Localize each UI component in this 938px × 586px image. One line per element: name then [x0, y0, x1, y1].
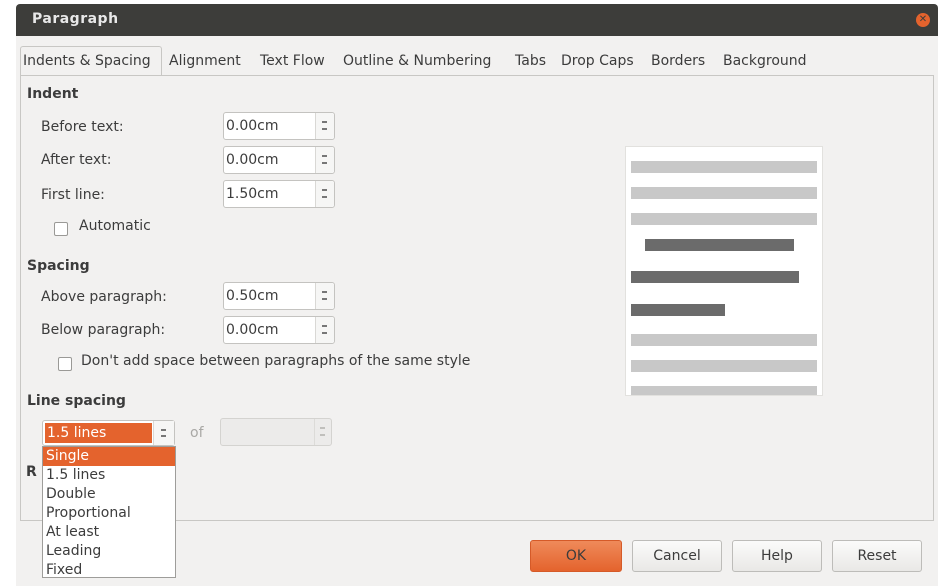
spin-arrows-icon: [314, 419, 331, 445]
preview-line-current: [631, 271, 799, 283]
paragraph-dialog: Indents & Spacing Alignment Text Flow Ou…: [16, 36, 938, 586]
dont-add-space-checkbox[interactable]: [58, 357, 72, 371]
line-spacing-dropdown-list: Single 1.5 lines Double Proportional At …: [42, 446, 176, 578]
title-bar: Paragraph ✕: [16, 4, 938, 36]
indent-heading: Indent: [27, 86, 79, 102]
tab-borders[interactable]: Borders: [651, 48, 705, 74]
help-button[interactable]: Help: [732, 540, 822, 572]
after-text-label: After text:: [41, 152, 112, 168]
register-true-heading-partial: R: [26, 464, 37, 480]
spin-arrows-icon[interactable]: [315, 181, 334, 207]
line-spacing-heading: Line spacing: [27, 393, 126, 409]
line-spacing-combobox[interactable]: 1.5 lines: [42, 420, 175, 446]
above-paragraph-spinbox[interactable]: 0.50cm: [223, 282, 335, 310]
option-leading[interactable]: Leading: [43, 542, 175, 561]
first-line-spinbox[interactable]: 1.50cm: [223, 180, 335, 208]
preview-line: [631, 161, 817, 173]
first-line-label: First line:: [41, 187, 105, 203]
below-paragraph-label: Below paragraph:: [41, 322, 166, 338]
above-paragraph-label: Above paragraph:: [41, 289, 167, 305]
option-1-5-lines[interactable]: 1.5 lines: [43, 466, 175, 485]
close-icon[interactable]: ✕: [916, 13, 930, 27]
window-title: Paragraph: [32, 11, 119, 27]
tab-drop-caps[interactable]: Drop Caps: [561, 48, 634, 74]
automatic-label[interactable]: Automatic: [79, 218, 151, 234]
option-single[interactable]: Single: [43, 447, 175, 466]
automatic-checkbox[interactable]: [54, 222, 68, 236]
paragraph-preview: [625, 146, 823, 396]
option-fixed[interactable]: Fixed: [43, 561, 175, 580]
option-at-least[interactable]: At least: [43, 523, 175, 542]
preview-line: [631, 213, 817, 225]
spacing-heading: Spacing: [27, 258, 90, 274]
tab-alignment[interactable]: Alignment: [169, 48, 241, 74]
before-text-spinbox[interactable]: 0.00cm: [223, 112, 335, 140]
tab-background[interactable]: Background: [723, 48, 807, 74]
after-text-value[interactable]: 0.00cm: [226, 152, 279, 168]
tab-outline-numbering[interactable]: Outline & Numbering: [343, 48, 491, 74]
tab-indents-spacing[interactable]: Indents & Spacing: [20, 46, 162, 76]
above-paragraph-value[interactable]: 0.50cm: [226, 288, 279, 304]
option-proportional[interactable]: Proportional: [43, 504, 175, 523]
after-text-spinbox[interactable]: 0.00cm: [223, 146, 335, 174]
below-paragraph-spinbox[interactable]: 0.00cm: [223, 316, 335, 344]
chevron-updown-icon[interactable]: [153, 421, 174, 445]
spin-arrows-icon[interactable]: [315, 283, 334, 309]
preview-line-current: [645, 239, 794, 251]
preview-line-current: [631, 304, 725, 316]
spin-arrows-icon[interactable]: [315, 113, 334, 139]
ok-button[interactable]: OK: [530, 540, 622, 572]
tab-tabs[interactable]: Tabs: [515, 48, 546, 74]
reset-button[interactable]: Reset: [832, 540, 922, 572]
spin-arrows-icon[interactable]: [315, 147, 334, 173]
before-text-value[interactable]: 0.00cm: [226, 118, 279, 134]
spin-arrows-icon[interactable]: [315, 317, 334, 343]
dont-add-space-label[interactable]: Don't add space between paragraphs of th…: [81, 353, 470, 369]
line-spacing-value-spinbox[interactable]: [220, 418, 332, 446]
first-line-value[interactable]: 1.50cm: [226, 186, 279, 202]
before-text-label: Before text:: [41, 119, 124, 135]
line-spacing-selected[interactable]: 1.5 lines: [45, 423, 152, 443]
option-double[interactable]: Double: [43, 485, 175, 504]
below-paragraph-value[interactable]: 0.00cm: [226, 322, 279, 338]
cancel-button[interactable]: Cancel: [632, 540, 722, 572]
preview-line: [631, 334, 817, 346]
tab-text-flow[interactable]: Text Flow: [260, 48, 325, 74]
preview-line: [631, 386, 817, 395]
preview-line: [631, 360, 817, 372]
of-label: of: [190, 425, 204, 441]
preview-line: [631, 187, 817, 199]
